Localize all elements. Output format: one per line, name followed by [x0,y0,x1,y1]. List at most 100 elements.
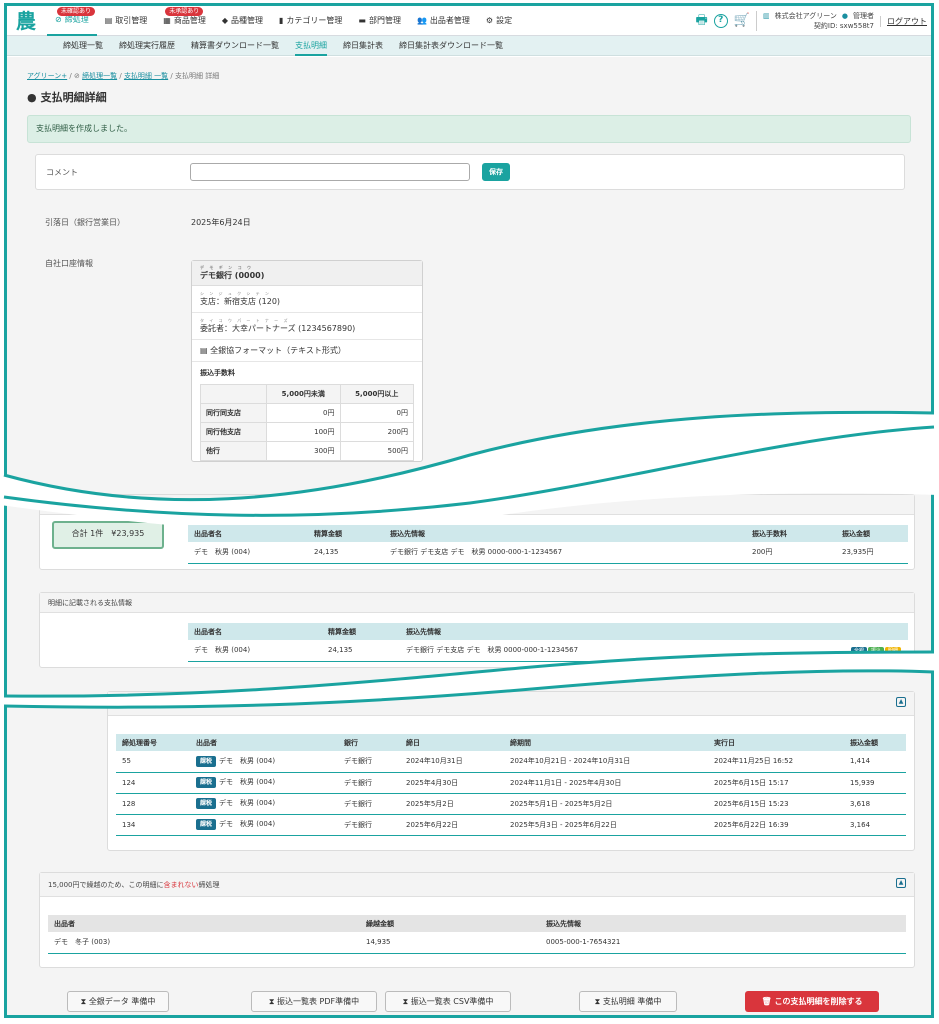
header-right: 🖶 ? 🛒 ▥ 株式会社アグリーン ● 管理者 契約ID: sxw558t7 ロ… [695,6,927,36]
consignor-row: タ イ コ ウ パ ー ト ナ ー ズ 委託者：大幸パートナーズ (123456… [192,313,422,340]
file-icon: ▤ [200,346,208,355]
fee-row: 同行同支店 0円 0円 [200,403,414,423]
nav-closing[interactable]: 未確認あり ⊘ 締処理 [47,6,97,36]
page-title: ● 支払明細詳細 [27,89,911,105]
page-title-text: 支払明細詳細 [40,91,107,104]
nav-label: 出品者管理 [429,16,470,25]
save-button[interactable]: 保存 [482,163,510,181]
breadcrumb-home[interactable]: アグリーン+ [27,72,67,80]
col-header: 銀行 [338,734,400,751]
nav-departments[interactable]: ▬ 部門管理 [350,6,409,36]
hourglass-icon: ⧗ [80,997,87,1006]
nav-label: 品種管理 [230,16,263,25]
bank-name: デ モ ギ ン コ ウ デモ銀行 (0000) [192,261,422,286]
collapse-icon[interactable]: ▲ [896,878,906,888]
help-icon[interactable]: ? [713,14,728,28]
account-card: デ モ ギ ン コ ウ デモ銀行 (0000) シ ン ジ ュ ク シ テ ン … [191,260,423,462]
fee-cell: 500円 [339,441,414,461]
account-label: 自社口座情報 [45,259,93,268]
zengin-title: 全銀データ・振込一覧に記載される振込情報 [40,495,914,515]
breadcrumb-closing[interactable]: 締処理一覧 [82,72,117,80]
user-icon: ● [841,12,848,20]
zengin-table-wrap: 出品者名 精算金額 振込先情報 振込手数料 振込金額 デモ 秋男 (004) 2… [188,525,908,564]
subnav-closing-history[interactable]: 締処理実行履歴 [119,36,175,56]
zengin-download-button[interactable]: ⧗ 全銀データ 準備中 [67,991,169,1012]
nav-sellers[interactable]: 👥 出品者管理 [409,6,478,36]
col-header: 締日 [400,734,504,751]
table-row[interactable]: 55 課税 デモ 秋男 (004) デモ銀行 2024年10月31日 2024年1… [116,751,906,773]
collapse-icon[interactable]: ▲ [896,697,906,707]
table-row[interactable]: 124 課税 デモ 秋男 (004) デモ銀行 2025年4月30日 2024年1… [116,772,906,794]
hourglass-icon: ⧗ [594,997,601,1006]
tag-statement: 明細 [884,646,901,655]
comment-input[interactable] [190,163,470,181]
fee-cell: 200円 [339,422,414,442]
subnav-settlement-downloads[interactable]: 精算書ダウンロード一覧 [191,36,279,56]
contract-id: 契約ID: sxw558t7 [813,22,874,30]
breadcrumb-statements[interactable]: 支払明細 一覧 [124,72,168,80]
fee-header-row: 5,000円未満 5,000円以上 [200,384,414,404]
excluded-title-pre: 15,000円で繰越のため、この明細に [48,881,164,889]
main-nav: 未確認あり ⊘ 締処理 ▤ 取引管理 未承認あり ▦ 商品管理 ◆ 品種管理 ▮… [47,6,520,36]
cell-period: 2024年10月21日 - 2024年10月31日 [504,751,708,773]
fee-header: 5,000円未満 [266,384,341,404]
subnav-closing-summary[interactable]: 締日集計表 [343,36,383,56]
gear-icon: ⚙ [485,16,494,25]
zengin-header-row: 出品者名 精算金額 振込先情報 振込手数料 振込金額 [188,525,908,542]
fee-cell: 0円 [266,403,341,423]
cell-bank: デモ銀行 [338,751,400,773]
subnav-closing-list[interactable]: 締処理一覧 [63,36,103,56]
app-logo[interactable]: 農 [13,8,39,34]
table-row[interactable]: 134 課税 デモ 秋男 (004) デモ銀行 2025年6月22日 2025年5… [116,814,906,836]
cell-seller: デモ 秋男 (004) [188,640,322,662]
col-header: 出品者 [190,734,338,751]
col-header: 出品者 [48,915,360,932]
subnav-summary-downloads[interactable]: 締日集計表ダウンロード一覧 [399,36,503,56]
nav-label: 商品管理 [173,16,206,25]
cell-id: 55 [116,751,190,773]
button-label: 支払明細 準備中 [602,997,662,1006]
statement-download-button[interactable]: ⧗ 支払明細 準備中 [579,991,677,1012]
cart-icon[interactable]: 🛒 [734,14,750,28]
csv-download-button[interactable]: ⧗ 振込一覧表 CSV準備中 [385,991,511,1012]
printer-icon[interactable]: 🖶 [695,14,707,28]
cell-amount: 1,414 [844,751,906,773]
col-header [770,623,908,640]
cell-closing-date: 2025年5月2日 [400,793,504,815]
nav-products[interactable]: 未承認あり ▦ 商品管理 [155,6,214,36]
statement-card: 明細に記載される支払情報 出品者名 精算金額 振込先情報 デモ 秋男 (004)… [39,592,915,668]
cell-amount: 3,164 [844,814,906,836]
col-header: 振込先情報 [400,623,770,640]
breadcrumb-sep: / [170,72,173,80]
delete-statement-button[interactable]: 🗑 この支払明細を削除する [745,991,879,1012]
nav-settings[interactable]: ⚙ 設定 [478,6,520,36]
consignor-text: 委託者：大幸パートナーズ (1234567890) [200,324,356,333]
pdf-download-button[interactable]: ⧗ 振込一覧表 PDF準備中 [251,991,377,1012]
col-header: 出品者名 [188,623,322,640]
button-label: 振込一覧表 CSV準備中 [410,997,494,1006]
nav-transactions[interactable]: ▤ 取引管理 [97,6,156,36]
cell-executed: 2025年6月22日 16:39 [708,814,844,836]
main-content: アグリーン+ / ⊘ 締処理一覧 / 支払明細 一覧 / 支払明細 詳細 ● 支… [7,57,931,1015]
logout-link[interactable]: ログアウト [880,15,927,27]
check-circle-icon: ⊘ [55,15,62,24]
breadcrumb: アグリーン+ / ⊘ 締処理一覧 / 支払明細 一覧 / 支払明細 詳細 [27,71,911,81]
cell-bank: デモ銀行 デモ支店 デモ 秋男 0000-000-1-1234567 [384,542,746,564]
subnav-payment-statements[interactable]: 支払明細 [295,36,327,56]
nav-varieties[interactable]: ◆ 品種管理 [214,6,271,36]
col-header: 振込先情報 [384,525,746,542]
statement-table-wrap: 出品者名 精算金額 振込先情報 デモ 秋男 (004) 24,135 デモ銀行 … [188,623,908,662]
cell-amount: 3,618 [844,793,906,815]
zengin-table: 出品者名 精算金額 振込先情報 振込手数料 振込金額 デモ 秋男 (004) 2… [188,525,908,564]
check-circle-icon: ⊘ [74,72,80,80]
piggy-bank-icon: ● [27,90,37,104]
included-header-row: 締処理番号 出品者 銀行 締日 締期間 実行日 振込金額 [116,734,906,751]
cell-closing-date: 2024年10月31日 [400,751,504,773]
col-header: 実行日 [708,734,844,751]
fee-table: 5,000円未満 5,000円以上 同行同支店 0円 0円 同行他支店 100円… [200,384,414,461]
fee-row-label: 他行 [200,441,267,461]
consignor-ruby: タ イ コ ウ パ ー ト ナ ー ズ [200,318,290,323]
table-row[interactable]: 128 課税 デモ 秋男 (004) デモ銀行 2025年5月2日 2025年5月… [116,793,906,815]
seller-name: デモ 秋男 (004) [219,799,276,807]
nav-categories[interactable]: ▮ カテゴリー管理 [271,6,350,36]
